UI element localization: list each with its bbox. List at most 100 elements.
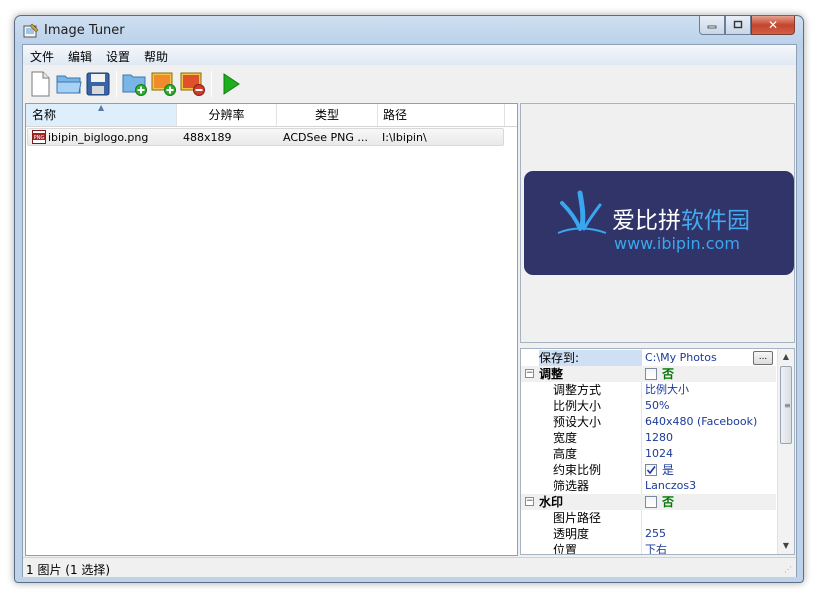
sort-ascending-icon: ▲: [98, 103, 105, 112]
remove-image-button[interactable]: [179, 70, 207, 98]
prop-label: 筛选器: [553, 479, 590, 493]
browse-button[interactable]: ...: [753, 351, 773, 365]
svg-text:PNG: PNG: [34, 135, 45, 141]
prop-label: 约束比例: [553, 463, 602, 477]
scroll-thumb[interactable]: ≡: [780, 366, 792, 444]
save-icon: [86, 72, 110, 96]
add-folder-button[interactable]: [121, 70, 149, 98]
prop-position[interactable]: 位置 下右: [521, 542, 776, 555]
image-preview: 爱比拼软件园 www.ibipin.com: [520, 103, 795, 343]
column-label: 名称: [32, 108, 57, 122]
prop-value[interactable]: 比例大小: [645, 382, 689, 398]
app-window: Image Tuner ✕ 文件 编辑 设置 帮助 ▲ 名称 分辨率 类型 路径…: [14, 15, 804, 583]
prop-adjust-mode[interactable]: 调整方式 比例大小: [521, 382, 776, 398]
status-bar: 1 图片 (1 选择) ⋰: [23, 557, 796, 577]
prop-opacity[interactable]: 透明度 255: [521, 526, 776, 542]
column-header-path[interactable]: 路径: [378, 104, 505, 126]
prop-value[interactable]: Lanczos3: [645, 478, 696, 494]
menu-help[interactable]: 帮助: [144, 48, 168, 65]
prop-value[interactable]: 640x480 (Facebook): [645, 414, 757, 430]
menu-bar: 文件 编辑 设置 帮助: [23, 45, 796, 65]
prop-value[interactable]: 1280: [645, 430, 673, 446]
prop-label: 位置: [553, 543, 578, 555]
menu-file[interactable]: 文件: [30, 48, 54, 65]
logo-text-part: 软件园: [681, 208, 750, 234]
window-controls: ✕: [699, 16, 795, 36]
prop-value[interactable]: 下右: [645, 542, 667, 554]
ibipin-logo-icon: [557, 190, 607, 234]
cell-type: ACDSee PNG ...: [283, 131, 368, 144]
title-bar[interactable]: Image Tuner ✕: [15, 16, 803, 46]
column-label: 类型: [314, 108, 339, 122]
column-header-name[interactable]: ▲ 名称: [26, 103, 177, 126]
prop-label: 透明度: [553, 527, 590, 541]
collapse-icon[interactable]: −: [525, 369, 534, 378]
toolbar-separator: [116, 71, 117, 97]
grip-icon: ≡: [784, 401, 791, 410]
new-button[interactable]: [26, 70, 54, 98]
prop-save-to[interactable]: 保存到: C:\My Photos ...: [521, 350, 776, 366]
scroll-up-icon[interactable]: ▲: [778, 349, 794, 365]
collapse-icon[interactable]: −: [525, 497, 534, 506]
close-button[interactable]: ✕: [751, 16, 795, 35]
image-list[interactable]: ▲ 名称 分辨率 类型 路径 PNG ibipin_biglogo.png 48…: [25, 103, 518, 556]
menu-settings[interactable]: 设置: [106, 48, 130, 65]
checkbox-label: 否: [662, 495, 675, 509]
category-label: 调整: [539, 367, 564, 381]
remove-image-icon: [180, 72, 205, 96]
cell-name: ibipin_biglogo.png: [48, 131, 149, 144]
prop-width[interactable]: 宽度 1280: [521, 430, 776, 446]
add-image-button[interactable]: [150, 70, 178, 98]
minimize-button[interactable]: [699, 16, 725, 35]
checkmark-icon: [646, 466, 656, 475]
list-header: ▲ 名称 分辨率 类型 路径: [26, 103, 517, 127]
open-button[interactable]: [55, 70, 83, 98]
open-folder-icon: [56, 75, 82, 94]
column-label: 分辨率: [208, 108, 245, 122]
prop-height[interactable]: 高度 1024: [521, 446, 776, 462]
property-grid[interactable]: 保存到: C:\My Photos ... − 调整 否 调整方式 比例大小 比…: [520, 348, 795, 555]
prop-value[interactable]: C:\My Photos: [645, 350, 717, 366]
logo-text-chinese: 爱比拼软件园: [612, 201, 750, 235]
preview-image: 爱比拼软件园 www.ibipin.com: [524, 171, 794, 275]
column-header-type[interactable]: 类型: [277, 104, 378, 126]
prop-label: 预设大小: [553, 415, 602, 429]
logo-text-url: www.ibipin.com: [614, 234, 740, 253]
prop-keep-ratio[interactable]: 约束比例 是: [521, 462, 776, 478]
cell-path: I:\Ibipin\: [382, 131, 427, 144]
keep-ratio-checkbox[interactable]: [645, 464, 657, 476]
toolbar: [23, 65, 796, 103]
maximize-icon: [733, 20, 743, 29]
prop-label: 高度: [553, 447, 578, 461]
scroll-down-icon[interactable]: ▼: [778, 538, 794, 554]
maximize-button[interactable]: [725, 16, 751, 35]
category-adjust[interactable]: − 调整 否: [521, 366, 776, 382]
new-file-icon: [31, 71, 50, 97]
prop-filter[interactable]: 筛选器 Lanczos3: [521, 478, 776, 494]
prop-label: 宽度: [553, 431, 578, 445]
prop-label: 保存到:: [539, 350, 642, 366]
minimize-icon: [707, 25, 717, 29]
adjust-checkbox[interactable]: [645, 368, 657, 380]
prop-value[interactable]: 255: [645, 526, 666, 542]
prop-scale[interactable]: 比例大小 50%: [521, 398, 776, 414]
prop-preset[interactable]: 预设大小 640x480 (Facebook): [521, 414, 776, 430]
prop-label: 比例大小: [553, 399, 602, 413]
toolbar-separator: [211, 71, 212, 97]
checkbox-label: 是: [662, 463, 675, 477]
prop-image-path[interactable]: 图片路径: [521, 510, 776, 526]
prop-value[interactable]: 50%: [645, 398, 669, 414]
column-label: 路径: [383, 108, 408, 122]
menu-edit[interactable]: 编辑: [68, 48, 92, 65]
run-button[interactable]: [217, 70, 245, 98]
resize-grip-icon[interactable]: ⋰: [784, 565, 794, 575]
add-image-icon: [151, 72, 176, 96]
window-title: Image Tuner: [44, 23, 125, 38]
prop-value[interactable]: 1024: [645, 446, 673, 462]
save-button[interactable]: [84, 70, 112, 98]
column-header-resolution[interactable]: 分辨率: [177, 104, 277, 126]
list-item[interactable]: PNG ibipin_biglogo.png 488x189 ACDSee PN…: [27, 128, 504, 146]
property-scrollbar[interactable]: ▲ ≡ ▼: [777, 349, 794, 554]
watermark-checkbox[interactable]: [645, 496, 657, 508]
category-watermark[interactable]: − 水印 否: [521, 494, 776, 510]
